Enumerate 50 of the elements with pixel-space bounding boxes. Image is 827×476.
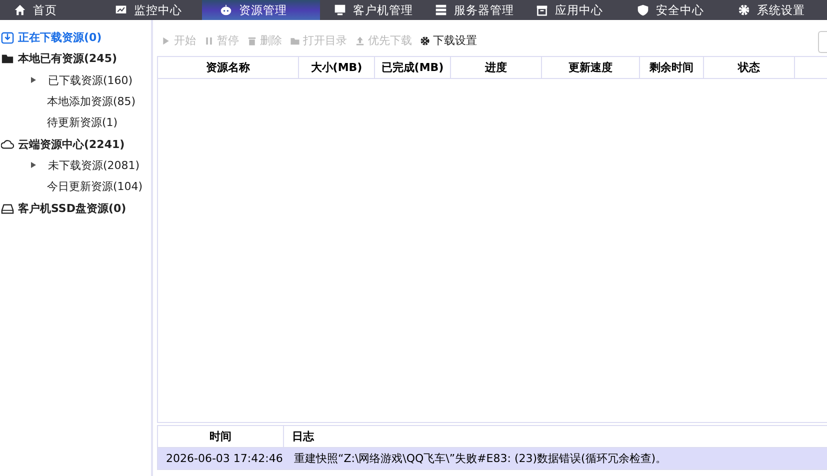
settings-icon [738, 4, 750, 16]
folder-icon [1, 52, 14, 66]
nav-tab[interactable]: 客户机管理 [320, 0, 421, 20]
column-header: 时间 [158, 426, 284, 447]
robot-icon [220, 4, 232, 16]
column-header: 资源名称 [158, 57, 299, 78]
nav-tab[interactable]: 应用中心 [522, 0, 623, 20]
play-icon [161, 36, 171, 46]
log-row[interactable]: 2026-06-03 17:42:46 重建快照“Z:\网络游戏\QQ飞车\”失败#E83: (23)数据错误(循环冗余检查)。 [158, 448, 827, 469]
column-header: 日志 [291, 429, 314, 445]
tree-item[interactable]: 今日更新资源(104) [0, 176, 151, 198]
nav-tab[interactable]: 安全中心 [623, 0, 724, 20]
nav-tab[interactable]: 服务器管理 [421, 0, 522, 20]
tree-item[interactable]: 待更新资源(1) [0, 112, 151, 134]
download-icon [1, 31, 14, 44]
nav-tab[interactable]: 监控中心 [101, 0, 202, 20]
column-header: 剩余时间 [640, 57, 704, 78]
tree-item[interactable]: 本地添加资源(85) [0, 90, 151, 112]
tree-item[interactable]: 云端资源中心(2241) [0, 133, 151, 155]
tree-item[interactable]: 正在下载资源(0) [0, 27, 151, 48]
column-header: 状态 [704, 57, 795, 78]
box-icon [536, 4, 548, 16]
trash-icon [247, 36, 257, 46]
chart-icon [115, 4, 127, 16]
home-icon [14, 4, 26, 16]
column-header: 更新速度 [542, 57, 640, 78]
column-header: 已完成(MB) [375, 57, 451, 78]
folder-icon [290, 36, 300, 46]
expand-arrow-icon[interactable] [31, 162, 36, 168]
tree-item[interactable]: 客户机SSD盘资源(0) [0, 197, 151, 219]
settings-icon [420, 36, 430, 46]
nav-tab[interactable]: 系统设置 [724, 0, 825, 20]
monitor-icon [334, 4, 346, 16]
server-icon [435, 4, 447, 16]
expand-arrow-icon[interactable] [31, 77, 36, 84]
pause-icon [204, 36, 214, 46]
cloud-icon [1, 138, 14, 151]
column-header: 大小(MB) [299, 57, 375, 78]
log-time: 2026-06-03 17:42:46 [165, 452, 284, 465]
column-header: 进度 [451, 57, 542, 78]
drive-icon [1, 202, 14, 215]
nav-tab[interactable]: 首页 [0, 0, 101, 20]
tree-item[interactable]: 未下载资源(2081) [0, 154, 151, 176]
tree-item[interactable]: 本地已有资源(245) [0, 48, 151, 70]
toolbar-button[interactable]: 下载设置 [416, 33, 481, 48]
tree-item[interactable]: 已下载资源(160) [0, 70, 151, 91]
log-message: 重建快照“Z:\网络游戏\QQ飞车\”失败#E83: (23)数据错误(循环冗余检查)。 [293, 451, 667, 466]
upload-icon [355, 36, 365, 46]
shield-icon [637, 4, 649, 16]
nav-tab[interactable]: 资源管理 [202, 0, 320, 20]
